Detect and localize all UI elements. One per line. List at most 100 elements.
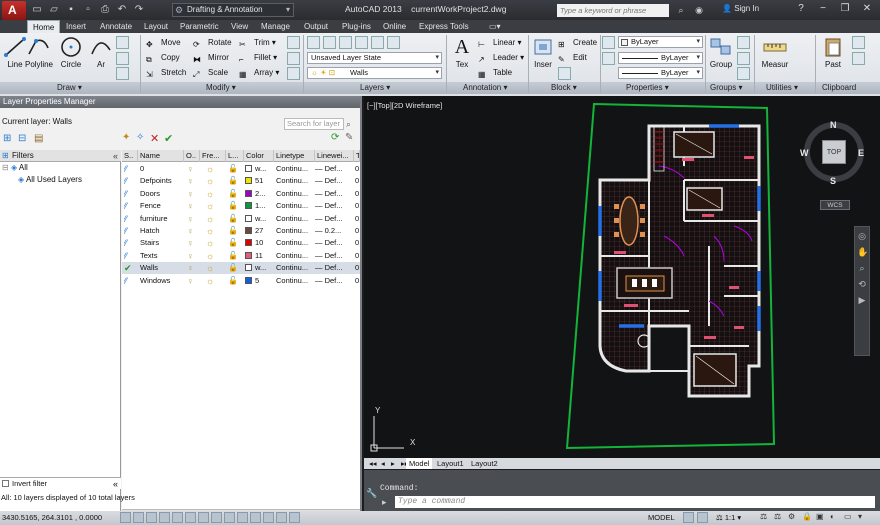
tab-parametric[interactable]: Parametric [175,20,224,33]
column-lineweight[interactable]: Linewei... [315,150,354,162]
tab-layout2[interactable]: Layout2 [468,458,501,469]
zoom-icon[interactable]: ⌕ [857,263,867,275]
cut-icon[interactable] [852,36,865,49]
arc-button[interactable]: Ar [86,35,116,69]
save-as-icon[interactable]: ▫ [81,3,95,16]
tab-model[interactable]: Model [406,458,433,469]
orbit-icon[interactable]: ⟲ [857,279,867,291]
layer-lineweight[interactable]: — Def... [315,275,353,287]
layer-status-icon[interactable]: ⁄⁄ [124,225,136,237]
layer-dropdown[interactable]: ☼ ☀ ⊡ Walls ▾ [307,67,442,79]
layer-linetype[interactable]: Continu... [276,275,314,287]
explode-icon[interactable] [287,52,300,65]
layer-lineweight[interactable]: — Def... [315,175,353,187]
quick-view-layouts-icon[interactable] [683,512,694,523]
invert-filter-row[interactable]: Invert filter « [0,477,121,489]
save-icon[interactable]: ▪ [64,3,78,16]
layer-row[interactable]: ⁄⁄ Texts ♀ ☼ 🔓 11 Continu... — Def... 0 [122,250,360,262]
layer-color[interactable]: 1... [245,200,273,212]
layer-lineweight[interactable]: — Def... [315,213,353,225]
layer-row[interactable]: ⁄⁄ furniture ♀ ☼ 🔓 w... Continu... — Def... 0 [122,213,360,225]
sun-icon[interactable]: ☼ [206,213,220,225]
unlock-icon[interactable]: 🔓 [228,163,240,175]
mirror-button[interactable]: ⧓ Mirror [193,51,229,65]
annotation-scale[interactable]: ⚖ 1:1 ▾ [716,513,741,522]
help-search-input[interactable]: Type a keyword or phrase [557,4,669,17]
wrench-icon[interactable]: 🔧 [366,488,377,499]
layer-color[interactable]: w... [245,213,273,225]
layer-properties-icon[interactable] [307,36,320,49]
infer-constraints-icon[interactable] [120,512,131,523]
redo-icon[interactable]: ↷ [132,3,146,16]
ribbon-display-toggle[interactable]: ▭▾ [484,20,506,33]
quick-view-drawings-icon[interactable] [697,512,708,523]
new-icon[interactable]: ▭ [30,3,44,16]
insert-block-button[interactable]: Inser [528,35,558,69]
layer-linetype[interactable]: Continu... [276,188,314,200]
column-status[interactable]: S.. [122,150,138,162]
layer-linetype[interactable]: Continu... [276,163,314,175]
lineweight-dropdown[interactable]: ByLayer ▾ [618,67,703,79]
layer-status-icon[interactable]: ⁄⁄ [124,163,136,175]
sun-icon[interactable]: ☼ [206,225,220,237]
tab-layout1[interactable]: Layout1 [434,458,467,469]
layer-lineweight[interactable]: — Def... [315,163,353,175]
column-linetype[interactable]: Linetype [274,150,315,162]
search-icon[interactable]: ⌕ [346,119,351,130]
clean-screen-icon[interactable]: ▭ [844,512,855,523]
lightbulb-icon[interactable]: ♀ [187,250,199,262]
tab-home[interactable]: Home [27,20,61,33]
help-icon[interactable]: ? [792,2,810,16]
layer-name[interactable]: Windows [140,275,184,287]
viewcube-south[interactable]: S [830,176,836,186]
layer-transparency[interactable]: 0 [355,237,361,249]
lightbulb-icon[interactable]: ♀ [187,213,199,225]
layer-transparency[interactable]: 0 [355,200,361,212]
sun-icon[interactable]: ☼ [206,275,220,287]
viewcube-top-face[interactable]: TOP [822,140,846,164]
delete-layer-icon[interactable]: ✕ [150,132,164,145]
tab-annotate[interactable]: Annotate [95,20,137,33]
lightbulb-icon[interactable]: ♀ [187,237,199,249]
layer-lineweight[interactable]: — Def... [315,250,353,262]
layer-lineweight[interactable]: — Def... [315,200,353,212]
tab-nav-prev-icon[interactable]: ◂ [378,458,388,469]
layer-status-icon[interactable]: ⁄⁄ [124,275,136,287]
new-layer-icon[interactable]: ✦ [122,132,136,145]
dynamic-ucs-icon[interactable] [224,512,235,523]
layer-lineweight[interactable]: — 0.2... [315,225,353,237]
set-current-icon[interactable]: ✔ [164,132,178,145]
transparency-toggle-icon[interactable] [263,512,274,523]
sun-icon[interactable]: ☼ [206,163,220,175]
ortho-mode-icon[interactable] [159,512,170,523]
layer-linetype[interactable]: Continu... [276,213,314,225]
unlock-icon[interactable]: 🔓 [228,250,240,262]
grid-display-icon[interactable] [146,512,157,523]
tab-plug-ins[interactable]: Plug-ins [337,20,376,33]
column-color[interactable]: Color [244,150,274,162]
layer-off-icon[interactable] [339,36,352,49]
layer-name[interactable]: Fence [140,200,184,212]
tab-nav-next-icon[interactable]: ▸ [388,458,398,469]
layer-status-icon[interactable]: ⁄⁄ [124,237,136,249]
layer-freeze-icon[interactable] [355,36,368,49]
new-layer-vp-frozen-icon[interactable]: ✧ [136,132,150,145]
layer-name[interactable]: Texts [140,250,184,262]
layer-transparency[interactable]: 0 [355,275,361,287]
rotate-button[interactable]: ⟳ Rotate [193,36,232,50]
layer-status-icon[interactable]: ⁄⁄ [124,175,136,187]
polar-tracking-icon[interactable] [172,512,183,523]
layer-name[interactable]: Defpoints [140,175,184,187]
workspace-switcher[interactable]: ⚙ Drafting & Annotation ▾ [172,3,294,17]
tab-layout[interactable]: Layout [139,20,173,33]
lineweight-toggle-icon[interactable] [250,512,261,523]
tab-online[interactable]: Online [378,20,411,33]
quick-properties-icon[interactable] [276,512,287,523]
layer-color[interactable]: 27 [245,225,273,237]
layer-color[interactable]: w... [245,262,273,274]
layer-linetype[interactable]: Continu... [276,237,314,249]
layer-linetype[interactable]: Continu... [276,250,314,262]
layer-linetype[interactable]: Continu... [276,175,314,187]
layer-name[interactable]: furniture [140,213,184,225]
isolate-objects-icon[interactable]: ◐ [830,512,841,523]
